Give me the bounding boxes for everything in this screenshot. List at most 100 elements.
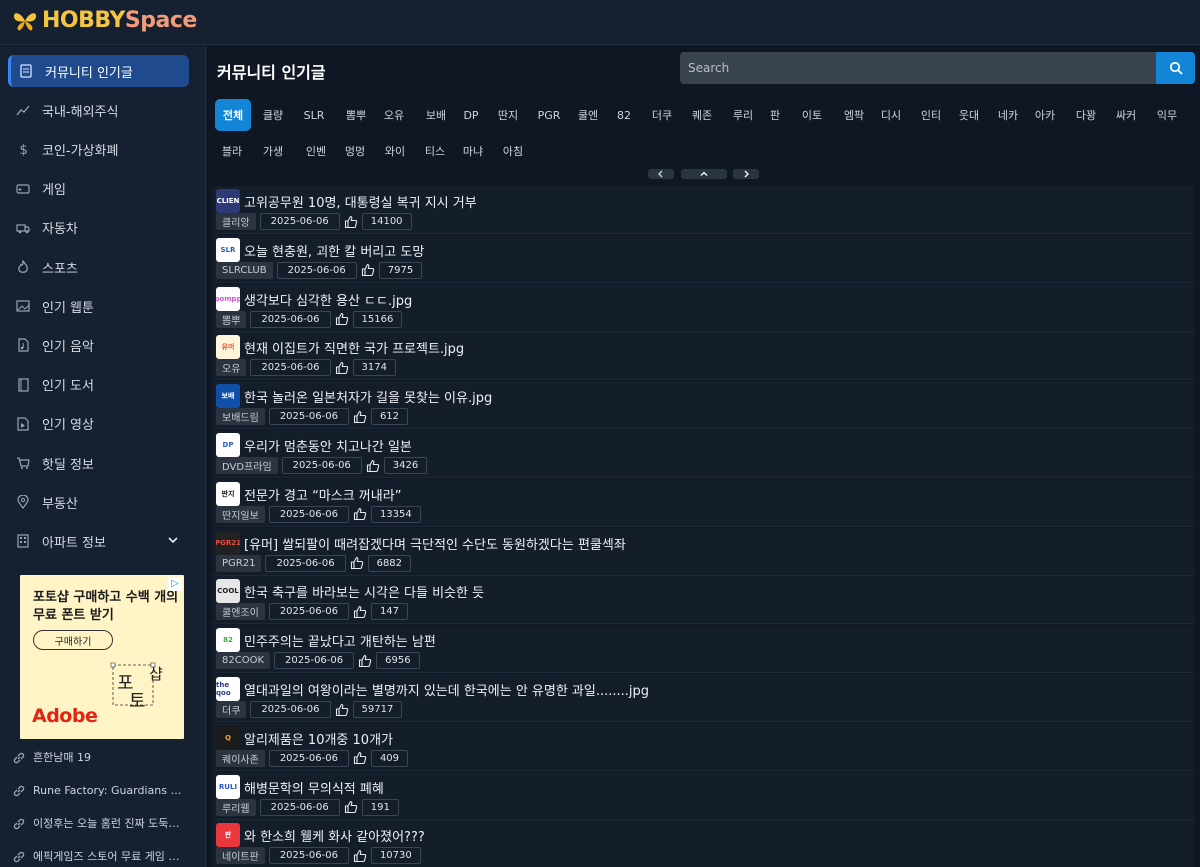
sidebar-item-0[interactable]: 커뮤니티 인기글: [8, 55, 189, 87]
post-title-link[interactable]: 알리제품은 10개중 10개가: [244, 729, 393, 748]
ad-buy-button[interactable]: 구매하기: [33, 630, 113, 650]
sidebar-item-3[interactable]: 게임: [8, 173, 189, 205]
tab-9[interactable]: 쿨엔: [571, 99, 605, 131]
tab-19[interactable]: 웃대: [953, 99, 985, 131]
tab-16[interactable]: 엠팍: [837, 99, 871, 131]
sidebar-link[interactable]: 흔한남매 19: [12, 747, 192, 767]
tab-5[interactable]: 보배: [418, 99, 454, 131]
tab-4[interactable]: 오유: [379, 99, 409, 131]
tab-row2-6[interactable]: 마냐: [457, 135, 489, 167]
tab-7[interactable]: 딴지: [492, 99, 524, 131]
ad-banner[interactable]: 포토샵 구매하고 수백 개의 무료 폰트 받기 구매하기 포 토 샵 Adobe ▷: [20, 575, 184, 739]
sidebar-item-11[interactable]: 부동산: [8, 486, 189, 518]
tab-row2-5[interactable]: 티스: [419, 135, 451, 167]
tab-11[interactable]: 더쿠: [646, 99, 678, 131]
source-badge[interactable]: PGR21: [216, 554, 262, 572]
post-title-link[interactable]: 전문가 경고 “마스크 꺼내라”: [244, 485, 401, 504]
post-row: Q 알리제품은 10개중 10개가 퀘이사존 2025-06-06 409: [212, 722, 1194, 771]
post-title-link[interactable]: 열대과일의 여왕이라는 별명까지 있는데 한국에는 안 유명한 과일......…: [244, 680, 649, 699]
tab-1[interactable]: 클량: [256, 99, 290, 131]
source-badge[interactable]: DVD프라임: [216, 457, 278, 474]
source-badge[interactable]: 쿨엔조이: [216, 603, 265, 621]
sidebar-item-7[interactable]: 인기 음악: [8, 329, 189, 361]
sidebar-item-6[interactable]: 인기 웹툰: [8, 290, 189, 322]
sidebar-item-1[interactable]: 국내-해외주식: [8, 94, 189, 126]
post-title-link[interactable]: 고위공무원 10명, 대통령실 복귀 지시 거부: [244, 192, 477, 211]
site-logo-icon: Q: [216, 725, 240, 750]
site-logo-icon: ppomppu: [216, 286, 240, 311]
tab-row2-3[interactable]: 멍멍: [339, 135, 371, 167]
sidebar-item-2[interactable]: $ 코인-가상화폐: [8, 133, 189, 165]
tab-row2-1[interactable]: 가생: [257, 135, 289, 167]
tab-24[interactable]: 익무: [1151, 99, 1183, 131]
post-title-link[interactable]: 와 한소희 웰케 화사 같아졌어???: [244, 826, 425, 845]
logo[interactable]: HOBBYSpace: [12, 8, 197, 33]
source-badge[interactable]: SLRCLUB: [216, 261, 273, 279]
cart-icon: [16, 456, 30, 470]
tab-row2-7[interactable]: 아침: [497, 135, 529, 167]
sidebar-link[interactable]: 이정후는 오늘 홈런 진짜 도둑맞...: [12, 813, 192, 833]
post-title-link[interactable]: 우리가 멈춘동안 치고나간 일본: [244, 436, 412, 455]
sidebar-link[interactable]: 에픽게임즈 스토어 무료 게임 배포: [12, 846, 192, 866]
ad-choices-icon[interactable]: ▷: [168, 577, 182, 591]
source-badge[interactable]: 루리웹: [216, 798, 256, 816]
tab-3[interactable]: 뽐뿌: [339, 99, 373, 131]
source-badge[interactable]: 보배드림: [216, 408, 265, 426]
post-title-link[interactable]: 한국 축구를 바라보는 시각은 다들 비슷한 듯: [244, 582, 484, 601]
tab-21[interactable]: 아카: [1029, 99, 1061, 131]
tab-row2-0[interactable]: 블라: [216, 135, 248, 167]
post-title-link[interactable]: [유머] 쌀되팔이 때려잡겠다며 극단적인 수단도 동원하겠다는 편쿨섹좌: [244, 534, 626, 553]
post-title-link[interactable]: 해병문학의 무의식적 폐혜: [244, 778, 384, 797]
tab-13[interactable]: 루리: [727, 99, 759, 131]
search-button[interactable]: [1156, 52, 1195, 84]
tab-20[interactable]: 네카: [991, 99, 1025, 131]
tab-6[interactable]: DP: [459, 99, 483, 131]
tab-18[interactable]: 인티: [914, 99, 948, 131]
tab-12[interactable]: 퀘존: [686, 99, 718, 131]
post-title-link[interactable]: 오늘 현충원, 괴한 칼 버리고 도망: [244, 241, 424, 260]
post-title-link[interactable]: 현재 이집트가 직면한 국가 프로젝트.jpg: [244, 338, 464, 357]
source-badge[interactable]: 네이트판: [216, 847, 265, 865]
post-row: the qoo 열대과일의 여왕이라는 별명까지 있는데 한국에는 안 유명한 과…: [212, 674, 1194, 722]
tab-row2-2[interactable]: 인벤: [300, 135, 332, 167]
tab-15[interactable]: 이토: [795, 99, 829, 131]
search-input[interactable]: [680, 52, 1156, 84]
tab-17[interactable]: 디시: [878, 99, 904, 131]
tab-0[interactable]: 전체: [215, 99, 251, 131]
sidebar-item-8[interactable]: 인기 도서: [8, 369, 189, 401]
sidebar-item-12[interactable]: 아파트 정보: [8, 525, 189, 557]
tab-22[interactable]: 다꽝: [1069, 99, 1103, 131]
source-badge[interactable]: 더쿠: [216, 701, 247, 718]
sidebar-item-9[interactable]: 인기 영상: [8, 408, 189, 440]
tab-8[interactable]: PGR: [532, 99, 566, 131]
source-badge[interactable]: 오유: [216, 359, 247, 377]
source-badge[interactable]: 퀘이사존: [216, 749, 265, 767]
sidebar-item-label: 부동산: [42, 496, 78, 512]
like-count: 409: [370, 749, 409, 767]
tabs-collapse-button[interactable]: [681, 169, 727, 179]
tab-23[interactable]: 싸커: [1111, 99, 1141, 131]
source-badge[interactable]: 82COOK: [216, 652, 271, 670]
post-title-link[interactable]: 한국 놀러온 일본처자가 길을 못찾는 이유.jpg: [244, 387, 492, 406]
link-icon: [12, 783, 26, 797]
sidebar-link[interactable]: Rune Factory: Guardians of ...: [12, 780, 192, 800]
sidebar-item-10[interactable]: 핫딜 정보: [8, 447, 189, 479]
page-title: 커뮤니티 인기글: [217, 63, 326, 82]
tab-10[interactable]: 82: [614, 99, 634, 131]
post-title-link[interactable]: 민주주의는 끝났다고 개탄하는 남편: [244, 631, 436, 650]
sidebar-item-4[interactable]: 자동차: [8, 212, 189, 244]
post-meta: 퀘이사존 2025-06-06 409: [216, 749, 409, 767]
sidebar-item-5[interactable]: 스포츠: [8, 251, 189, 283]
tab-14[interactable]: 판: [765, 99, 785, 131]
source-badge[interactable]: 클리앙: [216, 213, 256, 230]
tabs-next-button[interactable]: [733, 169, 759, 179]
like-count: 14100: [361, 213, 412, 230]
post-title-link[interactable]: 생각보다 심각한 용산 ㄷㄷ.jpg: [244, 290, 412, 309]
chevron-down-icon[interactable]: [167, 534, 179, 546]
tab-2[interactable]: SLR: [298, 99, 330, 131]
tabs-prev-button[interactable]: [648, 169, 674, 179]
tab-row2-4[interactable]: 와이: [379, 135, 411, 167]
post-date: 2025-06-06: [268, 505, 349, 523]
source-badge[interactable]: 딴지일보: [216, 505, 265, 523]
source-badge[interactable]: 뽐뿌: [216, 310, 247, 328]
